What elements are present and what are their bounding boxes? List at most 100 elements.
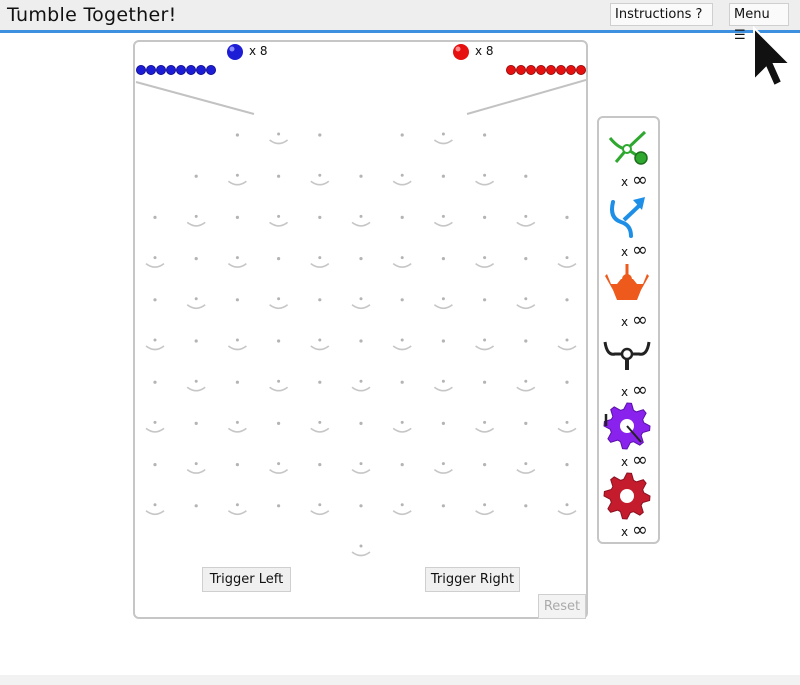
peg: [318, 380, 322, 384]
board-canvas[interactable]: [135, 42, 586, 617]
peg: [400, 215, 404, 219]
blue-ball: [145, 64, 156, 75]
peg: [359, 544, 363, 548]
part-gear-bit[interactable]: x ∞: [599, 402, 658, 472]
slot: [557, 427, 577, 433]
peg: [483, 463, 487, 467]
blue-ball: [165, 64, 176, 75]
slot: [392, 427, 412, 433]
peg: [359, 174, 363, 178]
peg: [359, 379, 363, 383]
peg: [565, 463, 569, 467]
slot: [227, 180, 247, 186]
peg: [524, 421, 528, 425]
slot: [186, 468, 206, 474]
blue-ball-icon: [227, 44, 243, 60]
slot: [433, 139, 453, 145]
peg: [153, 503, 157, 507]
slot: [433, 221, 453, 227]
peg: [565, 503, 569, 507]
slot: [310, 345, 330, 351]
peg: [524, 174, 528, 178]
part-gear[interactable]: x ∞: [599, 472, 658, 542]
blue-ball: [155, 64, 166, 75]
part-gear-quantity: x ∞: [621, 519, 648, 541]
app-title: Tumble Together!: [7, 4, 177, 26]
peg: [235, 256, 239, 260]
trigger-right-button[interactable]: Trigger Right: [425, 567, 520, 592]
part-interceptor[interactable]: x ∞: [599, 262, 658, 332]
peg: [441, 214, 445, 218]
red-ball-icon: [453, 44, 469, 60]
instructions-button[interactable]: Instructions ?: [610, 3, 713, 26]
peg: [277, 339, 281, 343]
part-ramp[interactable]: x ∞: [599, 122, 658, 192]
slot: [475, 262, 495, 268]
peg: [400, 256, 404, 260]
slot: [433, 304, 453, 310]
right-ramp: [466, 79, 586, 115]
slot: [557, 345, 577, 351]
part-crossover[interactable]: x ∞: [599, 192, 658, 262]
peg: [235, 133, 239, 137]
slot: [475, 345, 495, 351]
peg: [235, 338, 239, 342]
blue-ball: [186, 64, 197, 75]
peg: [153, 338, 157, 342]
peg: [153, 420, 157, 424]
peg: [318, 503, 322, 507]
slot: [475, 510, 495, 516]
part-bit[interactable]: x ∞: [599, 332, 658, 402]
trigger-left-button[interactable]: Trigger Left: [202, 567, 291, 592]
blue-ball: [176, 64, 187, 75]
red-ball: [565, 64, 576, 75]
blue-ball-count: x 8: [249, 44, 268, 58]
peg: [483, 298, 487, 302]
slot: [392, 345, 412, 351]
peg: [359, 504, 363, 508]
peg: [194, 257, 198, 261]
slot: [475, 180, 495, 186]
peg: [441, 257, 445, 261]
peg: [524, 339, 528, 343]
peg: [359, 297, 363, 301]
gear-bit-icon: [603, 402, 651, 450]
peg: [194, 297, 198, 301]
red-ball: [575, 64, 586, 75]
slot: [310, 510, 330, 516]
slot: [310, 427, 330, 433]
slot: [516, 221, 536, 227]
peg: [565, 215, 569, 219]
peg: [153, 380, 157, 384]
red-ball: [535, 64, 546, 75]
peg: [194, 214, 198, 218]
slot: [269, 304, 289, 310]
peg: [441, 297, 445, 301]
slot: [227, 510, 247, 516]
blue-ball: [206, 64, 217, 75]
peg: [235, 503, 239, 507]
peg: [153, 463, 157, 467]
peg: [441, 339, 445, 343]
blue-ball: [136, 64, 146, 75]
peg: [277, 214, 281, 218]
interceptor-icon: [605, 264, 649, 300]
peg: [235, 463, 239, 467]
ramp-icon: [608, 130, 648, 165]
slot: [433, 468, 453, 474]
peg: [277, 257, 281, 261]
peg: [524, 297, 528, 301]
reset-button[interactable]: Reset: [538, 594, 586, 619]
peg: [318, 298, 322, 302]
peg: [400, 463, 404, 467]
mouse-cursor-icon: [753, 26, 792, 88]
menu-button[interactable]: Menu ☰: [729, 3, 789, 43]
peg: [194, 462, 198, 466]
peg: [277, 297, 281, 301]
slot: [269, 139, 289, 145]
gear-icon: [603, 472, 651, 520]
peg: [194, 379, 198, 383]
peg: [400, 380, 404, 384]
peg: [318, 215, 322, 219]
slot: [227, 345, 247, 351]
